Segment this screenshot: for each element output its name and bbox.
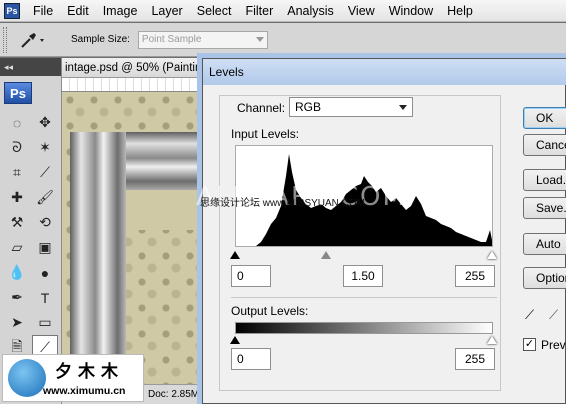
preview-checkbox[interactable]: ✓ <box>523 338 536 351</box>
menu-view[interactable]: View <box>341 0 382 22</box>
sample-size-value: Point Sample <box>141 33 202 45</box>
output-levels-label: Output Levels: <box>231 304 309 318</box>
horizontal-ruler <box>62 78 212 92</box>
menu-bar: Ps File Edit Image Layer Select Filter A… <box>0 0 566 22</box>
logo-circle-icon <box>8 359 46 397</box>
section-divider <box>231 297 497 298</box>
chevron-down-icon <box>399 105 407 110</box>
history-brush-tool-icon[interactable]: ⟲ <box>32 210 58 235</box>
type-tool-icon[interactable]: T <box>32 285 58 310</box>
output-black-slider[interactable] <box>230 336 240 344</box>
blur-tool-icon[interactable]: 💧 <box>4 260 30 285</box>
ornate-frame-left <box>70 132 126 392</box>
watermark-logo: 夕木木 www.ximumu.cn <box>2 354 144 402</box>
gradient-tool-icon[interactable]: ▣ <box>32 235 58 260</box>
output-black-field[interactable]: 0 <box>231 348 271 370</box>
output-white-slider[interactable] <box>487 336 497 344</box>
photoshop-window: Ps File Edit Image Layer Select Filter A… <box>0 0 566 404</box>
ok-button[interactable]: OK <box>523 107 566 129</box>
dodge-tool-icon[interactable]: ● <box>32 260 58 285</box>
cancel-button[interactable]: Cancel <box>523 134 566 156</box>
lasso-tool-icon[interactable]: ᘐ <box>4 135 30 160</box>
tools-panel-collapse[interactable]: ◂◂ <box>0 58 61 76</box>
menu-select[interactable]: Select <box>190 0 239 22</box>
document-window: intage.psd @ 50% (Painting Doc: 2.85M <box>62 58 212 404</box>
sample-size-select[interactable]: Point Sample <box>137 30 268 49</box>
eraser-tool-icon[interactable]: ▱ <box>4 235 30 260</box>
dialog-title: Levels <box>203 59 566 85</box>
input-white-field[interactable]: 255 <box>455 265 495 287</box>
brush-tool-icon[interactable]: 🖌 <box>32 185 58 210</box>
marquee-tool-icon[interactable]: ◌ <box>4 110 30 135</box>
menu-help[interactable]: Help <box>440 0 480 22</box>
slice-tool-icon[interactable]: ⟋ <box>32 160 58 185</box>
eyedropper-icon <box>21 32 44 48</box>
move-tool-icon[interactable]: ✥ <box>32 110 58 135</box>
document-tab[interactable]: intage.psd @ 50% (Painting <box>62 58 212 78</box>
path-selection-tool-icon[interactable]: ➤ <box>4 310 30 335</box>
watermark-cn-text: 思缘设计论坛 www.MISSYUAN.COM <box>200 198 366 209</box>
auto-button[interactable]: Auto <box>523 233 566 255</box>
input-gamma-field[interactable]: 1.50 <box>343 265 383 287</box>
chevron-down-icon <box>255 36 264 42</box>
sample-size-label: Sample Size: <box>71 34 130 45</box>
black-eyedropper-icon[interactable]: ⟋ <box>525 306 539 324</box>
menu-filter[interactable]: Filter <box>238 0 280 22</box>
input-levels-label: Input Levels: <box>231 127 300 141</box>
options-button[interactable]: Options... <box>523 267 566 289</box>
menu-edit[interactable]: Edit <box>60 0 96 22</box>
preview-label: Preview <box>541 338 566 352</box>
save-button[interactable]: Save... <box>523 197 566 219</box>
input-gamma-slider[interactable] <box>321 251 331 259</box>
crop-tool-icon[interactable]: ⌗ <box>4 160 30 185</box>
menu-window[interactable]: Window <box>382 0 440 22</box>
tool-grid: ◌ ✥ ᘐ ✶ ⌗ ⟋ ✚ 🖌 ⚒ ⟲ ▱ ▣ 💧 ● ✒ T ➤ ▭ 🗎 ⟋ <box>4 110 58 360</box>
load-button[interactable]: Load... <box>523 169 566 191</box>
levels-dialog: Levels Channel: RGB Input Levels: 0 1.50… <box>202 58 566 404</box>
options-bar: Sample Size: Point Sample <box>0 23 566 57</box>
tools-panel: ◂◂ Ps ◌ ✥ ᘐ ✶ ⌗ ⟋ ✚ 🖌 ⚒ ⟲ ▱ ▣ 💧 ● ✒ T ➤ … <box>0 58 62 404</box>
input-white-slider[interactable] <box>487 251 497 259</box>
watermark-logo-text: 夕木木 <box>55 362 124 382</box>
input-black-field[interactable]: 0 <box>231 265 271 287</box>
gray-eyedropper-icon[interactable]: ⟋ <box>549 306 563 324</box>
menu-image[interactable]: Image <box>96 0 145 22</box>
channel-label: Channel: <box>237 101 286 115</box>
menu-layer[interactable]: Layer <box>144 0 189 22</box>
clone-stamp-tool-icon[interactable]: ⚒ <box>4 210 30 235</box>
tool-preset-picker[interactable] <box>15 27 51 53</box>
magic-wand-tool-icon[interactable]: ✶ <box>32 135 58 160</box>
app-icon[interactable]: Ps <box>4 2 20 19</box>
shape-tool-icon[interactable]: ▭ <box>32 310 58 335</box>
healing-brush-tool-icon[interactable]: ✚ <box>4 185 30 210</box>
document-canvas[interactable] <box>62 92 212 392</box>
channel-select[interactable]: RGB <box>289 97 413 117</box>
pen-tool-icon[interactable]: ✒ <box>4 285 30 310</box>
output-white-field[interactable]: 255 <box>455 348 495 370</box>
options-bar-grip[interactable] <box>3 26 7 53</box>
menu-analysis[interactable]: Analysis <box>280 0 341 22</box>
watermark-logo-url: www.ximumu.cn <box>43 385 126 397</box>
photoshop-logo: Ps <box>4 82 32 104</box>
channel-value: RGB <box>295 100 322 114</box>
output-gradient-bar <box>235 322 493 334</box>
input-black-slider[interactable] <box>230 251 240 259</box>
menu-file[interactable]: File <box>26 0 60 22</box>
